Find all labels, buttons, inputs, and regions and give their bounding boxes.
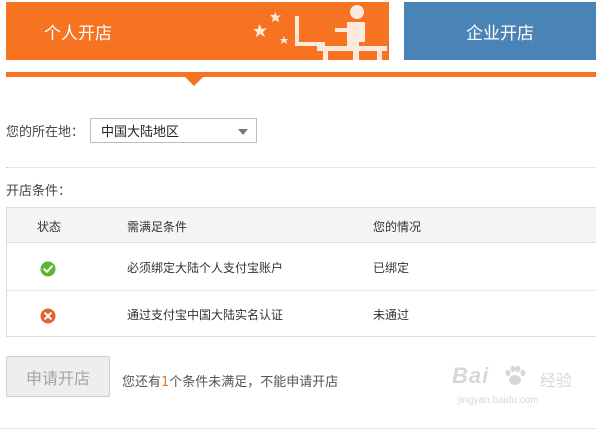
header-your-situation: 您的情况	[373, 220, 422, 234]
location-selected-value: 中国大陆地区	[101, 125, 180, 140]
watermark-url: jingyan.baidu.com	[458, 395, 539, 406]
conditions-label: 开店条件：	[6, 184, 72, 199]
situation-text: 未通过	[373, 308, 410, 322]
bottom-divider	[0, 428, 596, 429]
location-select[interactable]: 中国大陆地区	[90, 118, 257, 143]
section-divider	[6, 167, 596, 168]
table-header: 状态 需满足条件 您的情况	[7, 208, 596, 243]
check-circle-icon	[40, 261, 56, 277]
active-tab-pointer	[185, 77, 203, 86]
table-row: 必须绑定大陆个人支付宝账户 已绑定	[7, 244, 596, 290]
watermark-brand: Bai	[452, 363, 490, 388]
requirement-text: 必须绑定大陆个人支付宝账户	[127, 261, 284, 275]
baidu-jingyan-watermark: Bai 经验 jingyan.baidu.com	[452, 363, 592, 409]
tab-business-label: 企业开店	[466, 23, 534, 44]
location-label: 您的所在地：	[6, 125, 85, 140]
apply-notice: 您还有1个条件未满足，不能申请开店	[122, 371, 338, 390]
shopkeeper-illustration-icon	[253, 5, 387, 60]
tab-business-store[interactable]: 企业开店	[404, 2, 596, 60]
cross-circle-icon	[40, 308, 56, 324]
apply-open-store-button[interactable]: 申请开店	[6, 356, 110, 397]
tab-personal-label: 个人开店	[44, 23, 112, 44]
requirement-text: 通过支付宝中国大陆实名认证	[127, 308, 284, 322]
paw-logo-icon	[505, 365, 526, 385]
apply-notice-suffix: 个条件未满足，不能申请开店	[169, 375, 339, 390]
tab-personal-store[interactable]: 个人开店	[6, 2, 389, 60]
situation-text: 已绑定	[373, 261, 410, 275]
header-status: 状态	[37, 220, 62, 234]
apply-notice-prefix: 您还有	[122, 375, 162, 390]
chevron-down-icon	[238, 129, 248, 135]
conditions-table: 状态 需满足条件 您的情况 必须绑定大陆个人支付宝账户 已绑定 通过支付宝中国大…	[6, 207, 596, 337]
table-row: 通过支付宝中国大陆实名认证 未通过	[7, 290, 596, 336]
header-requirement: 需满足条件	[127, 220, 188, 234]
watermark-jingyan: 经验	[540, 373, 573, 390]
tab-underline	[6, 72, 596, 77]
